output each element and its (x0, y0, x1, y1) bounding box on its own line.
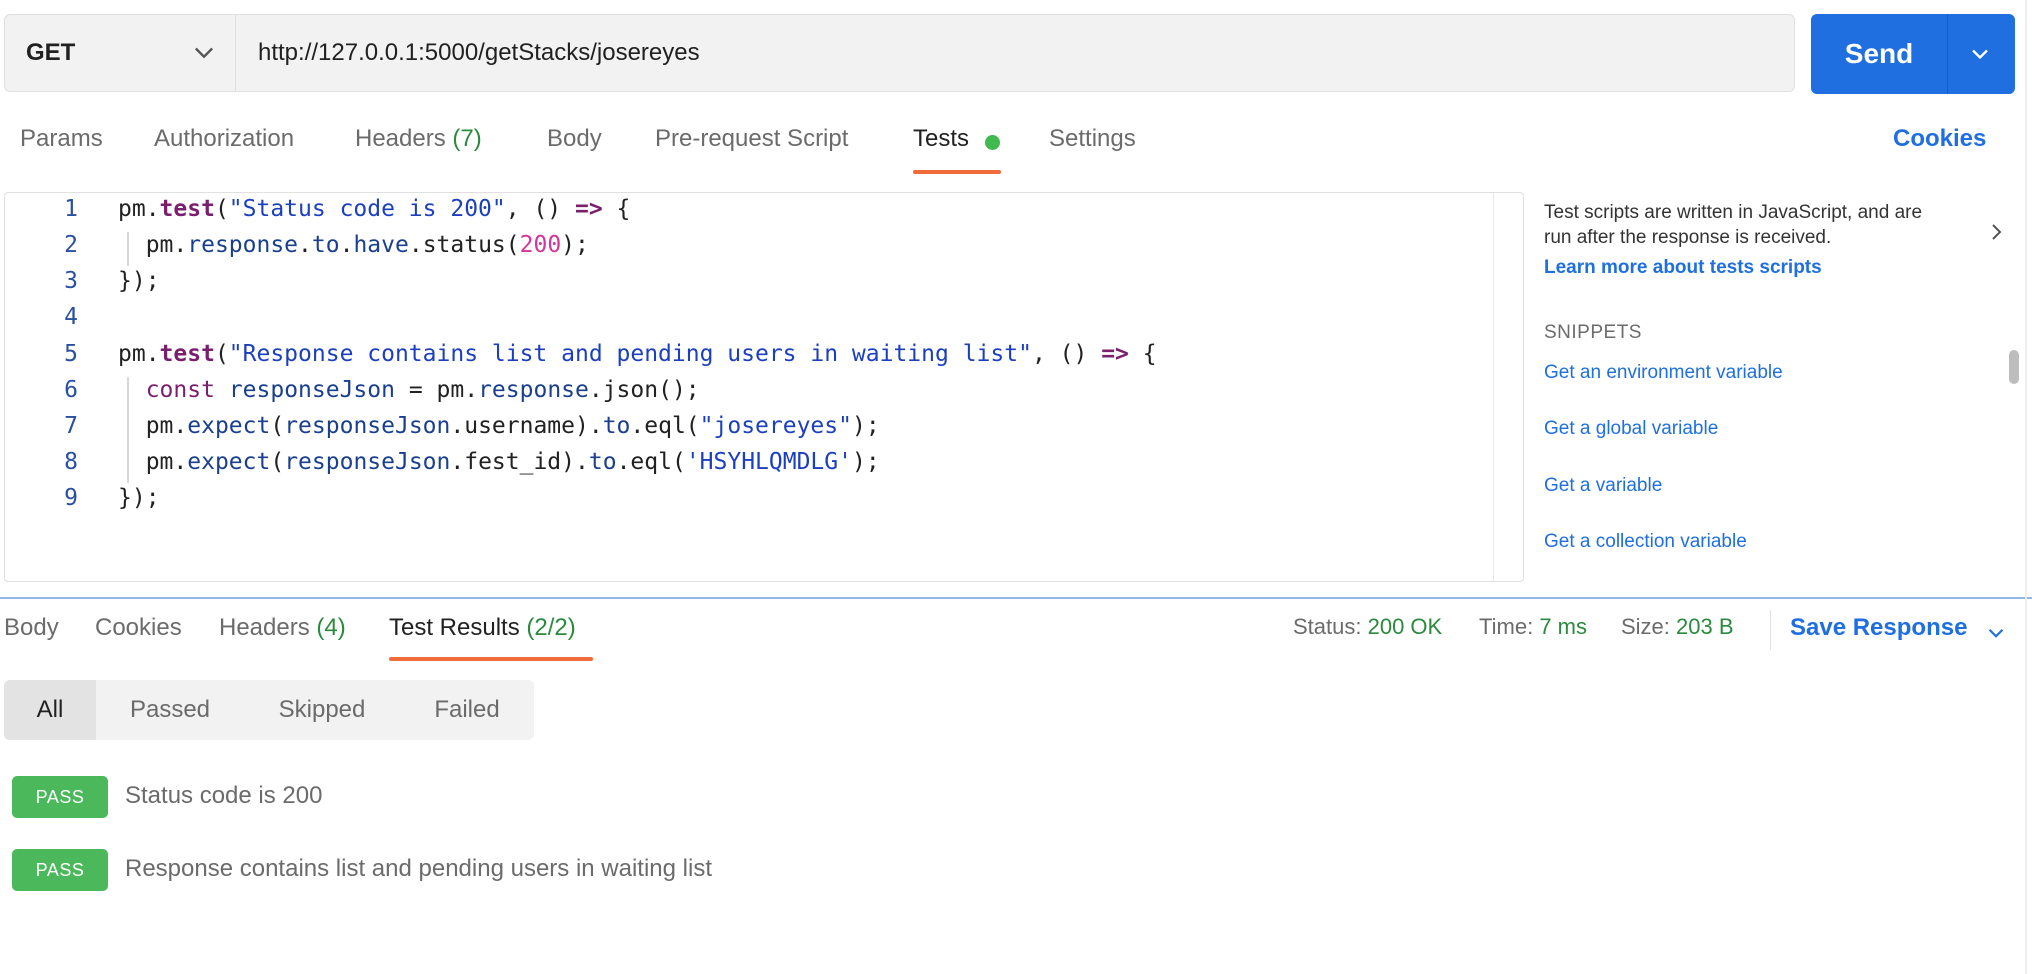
filter-passed[interactable]: Passed (100, 680, 240, 740)
tab-label: Headers (219, 614, 310, 641)
code-line[interactable]: pm.test("Response contains list and pend… (118, 341, 1157, 367)
pane-divider[interactable] (0, 597, 2032, 599)
status-label: Status: (1293, 614, 1362, 639)
status-readout: Status: 200 OK (1293, 614, 1442, 640)
status-value: 200 OK (1367, 614, 1443, 639)
line-number: 4 (64, 304, 78, 330)
snippet-link[interactable]: Get a collection variable (1544, 531, 1747, 553)
chevron-down-icon[interactable] (1983, 620, 2009, 646)
tab-pre-request-script[interactable]: Pre-request Script (655, 125, 848, 165)
tab-count: (2/2) (526, 614, 576, 641)
active-tab-underline (389, 657, 593, 661)
save-response-button[interactable]: Save Response (1790, 614, 1967, 642)
tab-response-headers[interactable]: Headers (4) (219, 614, 346, 642)
code-line[interactable]: }); (118, 485, 160, 511)
snippet-link[interactable]: Get a variable (1544, 475, 1662, 497)
cookies-link[interactable]: Cookies (1893, 125, 1986, 153)
chevron-right-icon[interactable] (1984, 218, 2008, 246)
learn-more-link[interactable]: Learn more about tests scripts (1544, 257, 1822, 279)
dot-icon (985, 135, 1000, 150)
line-number: 9 (64, 485, 78, 511)
tab-count: (7) (452, 125, 482, 152)
code-line[interactable]: const responseJson = pm.response.json(); (118, 377, 700, 403)
time-value: 7 ms (1539, 614, 1587, 639)
filter-all[interactable]: All (4, 680, 96, 740)
tab-label: Headers (355, 125, 446, 152)
tab-response-cookies[interactable]: Cookies (95, 614, 182, 642)
test-result-name: Response contains list and pending users… (125, 855, 713, 882)
snippet-link[interactable]: Get an environment variable (1544, 362, 1783, 384)
tab-tests[interactable]: Tests (913, 125, 969, 165)
size-label: Size: (1621, 614, 1670, 639)
side-panel-scrollbar[interactable] (2009, 350, 2019, 384)
active-tab-underline (913, 170, 1001, 174)
tab-body[interactable]: Body (547, 125, 602, 165)
snippet-link[interactable]: Get a global variable (1544, 418, 1718, 440)
line-number: 3 (64, 268, 78, 294)
size-value: 203 B (1676, 614, 1734, 639)
line-number: 7 (64, 413, 78, 439)
chevron-down-icon[interactable] (1966, 40, 1994, 68)
chevron-down-icon[interactable] (190, 38, 218, 66)
tab-count: (4) (316, 614, 346, 641)
snippets-heading: SNIPPETS (1544, 322, 1642, 343)
window-scrollbar[interactable] (2025, 0, 2027, 974)
code-line[interactable]: pm.test("Status code is 200", () => { (118, 196, 630, 222)
tab-label: Test Results (389, 614, 520, 641)
pass-badge: PASS (12, 849, 108, 891)
meta-separator (1770, 610, 1771, 650)
code-line[interactable]: pm.response.to.have.status(200); (118, 232, 589, 258)
tab-settings[interactable]: Settings (1049, 125, 1136, 165)
tab-params[interactable]: Params (20, 125, 103, 165)
pass-badge: PASS (12, 776, 108, 818)
line-number: 1 (64, 196, 78, 222)
size-readout: Size: 203 B (1621, 614, 1734, 640)
tab-headers[interactable]: Headers (7) (355, 125, 482, 165)
tab-response-body[interactable]: Body (4, 614, 59, 642)
code-line[interactable]: }); (118, 268, 160, 294)
tab-authorization[interactable]: Authorization (154, 125, 294, 165)
test-result-name: Status code is 200 (125, 782, 323, 809)
time-readout: Time: 7 ms (1479, 614, 1587, 640)
time-label: Time: (1479, 614, 1534, 639)
code-line[interactable]: pm.expect(responseJson.username).to.eql(… (118, 413, 880, 439)
line-number: 2 (64, 232, 78, 258)
url-input[interactable]: http://127.0.0.1:5000/getStacks/josereye… (258, 14, 700, 92)
send-button[interactable]: Send (1811, 14, 1947, 94)
filter-skipped[interactable]: Skipped (245, 680, 399, 740)
tests-description: Test scripts are written in JavaScript, … (1544, 202, 1923, 248)
line-number: 5 (64, 341, 78, 367)
code-line[interactable]: pm.expect(responseJson.fest_id).to.eql('… (118, 449, 880, 475)
line-number: 6 (64, 377, 78, 403)
line-number: 8 (64, 449, 78, 475)
send-divider (1947, 14, 1948, 94)
tab-test-results[interactable]: Test Results (2/2) (389, 614, 576, 642)
editor-scrollbar[interactable] (1493, 193, 1494, 581)
filter-failed[interactable]: Failed (408, 680, 526, 740)
